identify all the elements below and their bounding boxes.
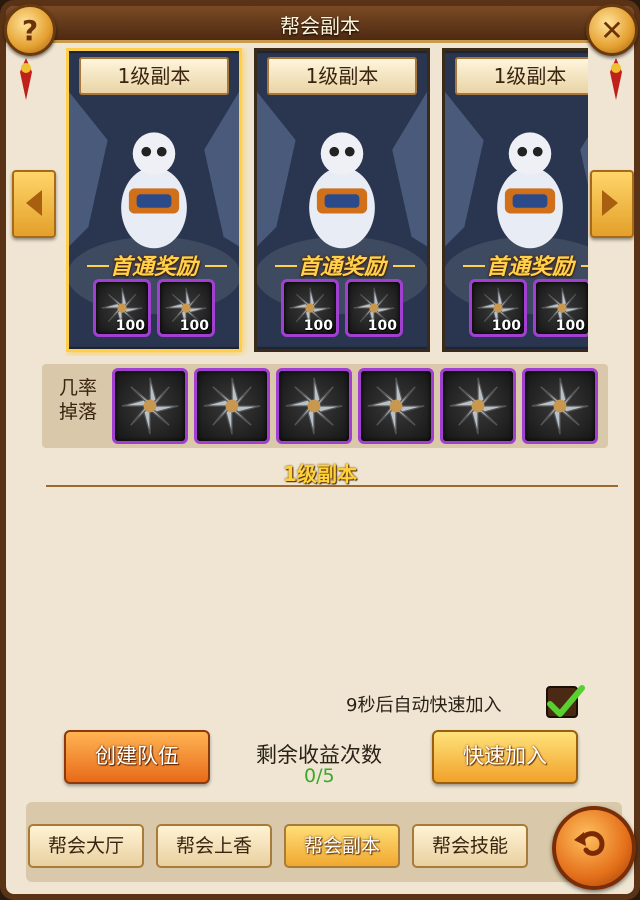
shuriken-icon bbox=[285, 377, 343, 435]
shuriken-icon bbox=[203, 377, 261, 435]
tab-guild-incense[interactable]: 帮会上香 bbox=[156, 824, 272, 868]
drop-item[interactable] bbox=[522, 368, 598, 444]
dungeon-level-label: 1级副本 bbox=[267, 57, 417, 95]
arrow-left-icon bbox=[26, 190, 42, 216]
item-quantity: 100 bbox=[491, 318, 521, 334]
drop-item[interactable] bbox=[440, 368, 516, 444]
item-quantity: 100 bbox=[179, 318, 209, 334]
selected-dungeon-title: 1级副本 bbox=[283, 462, 357, 486]
create-team-button[interactable]: 创建队伍 bbox=[64, 730, 210, 784]
shuriken-icon bbox=[449, 377, 507, 435]
reward-item[interactable]: 100 bbox=[469, 279, 527, 337]
dungeon-card[interactable]: 1级副本 首通奖励 100 100 bbox=[66, 48, 242, 352]
dungeon-card[interactable]: 1级副本 首通奖励 100 100 bbox=[254, 48, 430, 352]
drop-item[interactable] bbox=[194, 368, 270, 444]
first-clear-reward-title: 首通奖励 bbox=[297, 255, 386, 280]
tab-guild-dungeon[interactable]: 帮会副本 bbox=[284, 824, 400, 868]
reward-item[interactable]: 100 bbox=[93, 279, 151, 337]
item-quantity: 100 bbox=[303, 318, 333, 334]
arrow-right-icon bbox=[602, 190, 618, 216]
checkmark-icon bbox=[547, 685, 585, 717]
remaining-rewards-value: 0/5 bbox=[304, 765, 335, 787]
dungeon-level-label: 1级副本 bbox=[455, 57, 588, 95]
item-quantity: 100 bbox=[555, 318, 585, 334]
dungeon-level-label: 1级副本 bbox=[79, 57, 229, 95]
return-icon bbox=[574, 831, 605, 856]
scroll-right-button[interactable] bbox=[590, 170, 634, 238]
scroll-left-button[interactable] bbox=[12, 170, 56, 238]
close-button[interactable]: ✕ bbox=[586, 4, 638, 56]
probability-drop-panel: 几率 掉落 bbox=[42, 364, 608, 448]
close-icon: ✕ bbox=[600, 13, 624, 47]
title-bar: 帮会副本 bbox=[6, 6, 634, 43]
probability-drop-label: 几率 掉落 bbox=[58, 377, 97, 423]
reward-item[interactable]: 100 bbox=[157, 279, 215, 337]
help-button[interactable]: ? bbox=[4, 4, 56, 56]
tab-guild-hall[interactable]: 帮会大厅 bbox=[28, 824, 144, 868]
shuriken-icon bbox=[531, 377, 589, 435]
reward-item[interactable]: 100 bbox=[533, 279, 588, 337]
dungeon-card-list: 1级副本 首通奖励 100 100 1级副本 首通奖励 100 100 1级副本… bbox=[66, 48, 588, 356]
shuriken-icon bbox=[121, 377, 179, 435]
first-clear-reward-title: 首通奖励 bbox=[485, 255, 574, 280]
drop-item[interactable] bbox=[112, 368, 188, 444]
quick-join-button[interactable]: 快速加入 bbox=[432, 730, 578, 784]
drop-item[interactable] bbox=[276, 368, 352, 444]
dungeon-card[interactable]: 1级副本 首通奖励 100 100 bbox=[442, 48, 588, 352]
item-quantity: 100 bbox=[115, 318, 145, 334]
tassel-decoration-right bbox=[610, 58, 622, 100]
first-clear-reward-title: 首通奖励 bbox=[109, 255, 198, 280]
reward-item[interactable]: 100 bbox=[345, 279, 403, 337]
auto-join-checkbox[interactable] bbox=[546, 685, 585, 718]
reward-item[interactable]: 100 bbox=[281, 279, 339, 337]
item-quantity: 100 bbox=[367, 318, 397, 334]
section-divider bbox=[46, 485, 618, 487]
window-title: 帮会副本 bbox=[280, 14, 360, 38]
return-button[interactable] bbox=[552, 806, 636, 890]
tassel-decoration-left bbox=[20, 58, 32, 100]
question-icon: ? bbox=[21, 13, 39, 47]
shuriken-icon bbox=[367, 377, 425, 435]
drop-item[interactable] bbox=[358, 368, 434, 444]
guild-dungeon-window: 帮会副本 1级副本 首通奖励 100 100 1级副本 首通奖励 100 100… bbox=[0, 0, 640, 900]
tab-guild-skills[interactable]: 帮会技能 bbox=[412, 824, 528, 868]
auto-join-countdown: 9秒后自动快速加入 bbox=[346, 695, 502, 716]
